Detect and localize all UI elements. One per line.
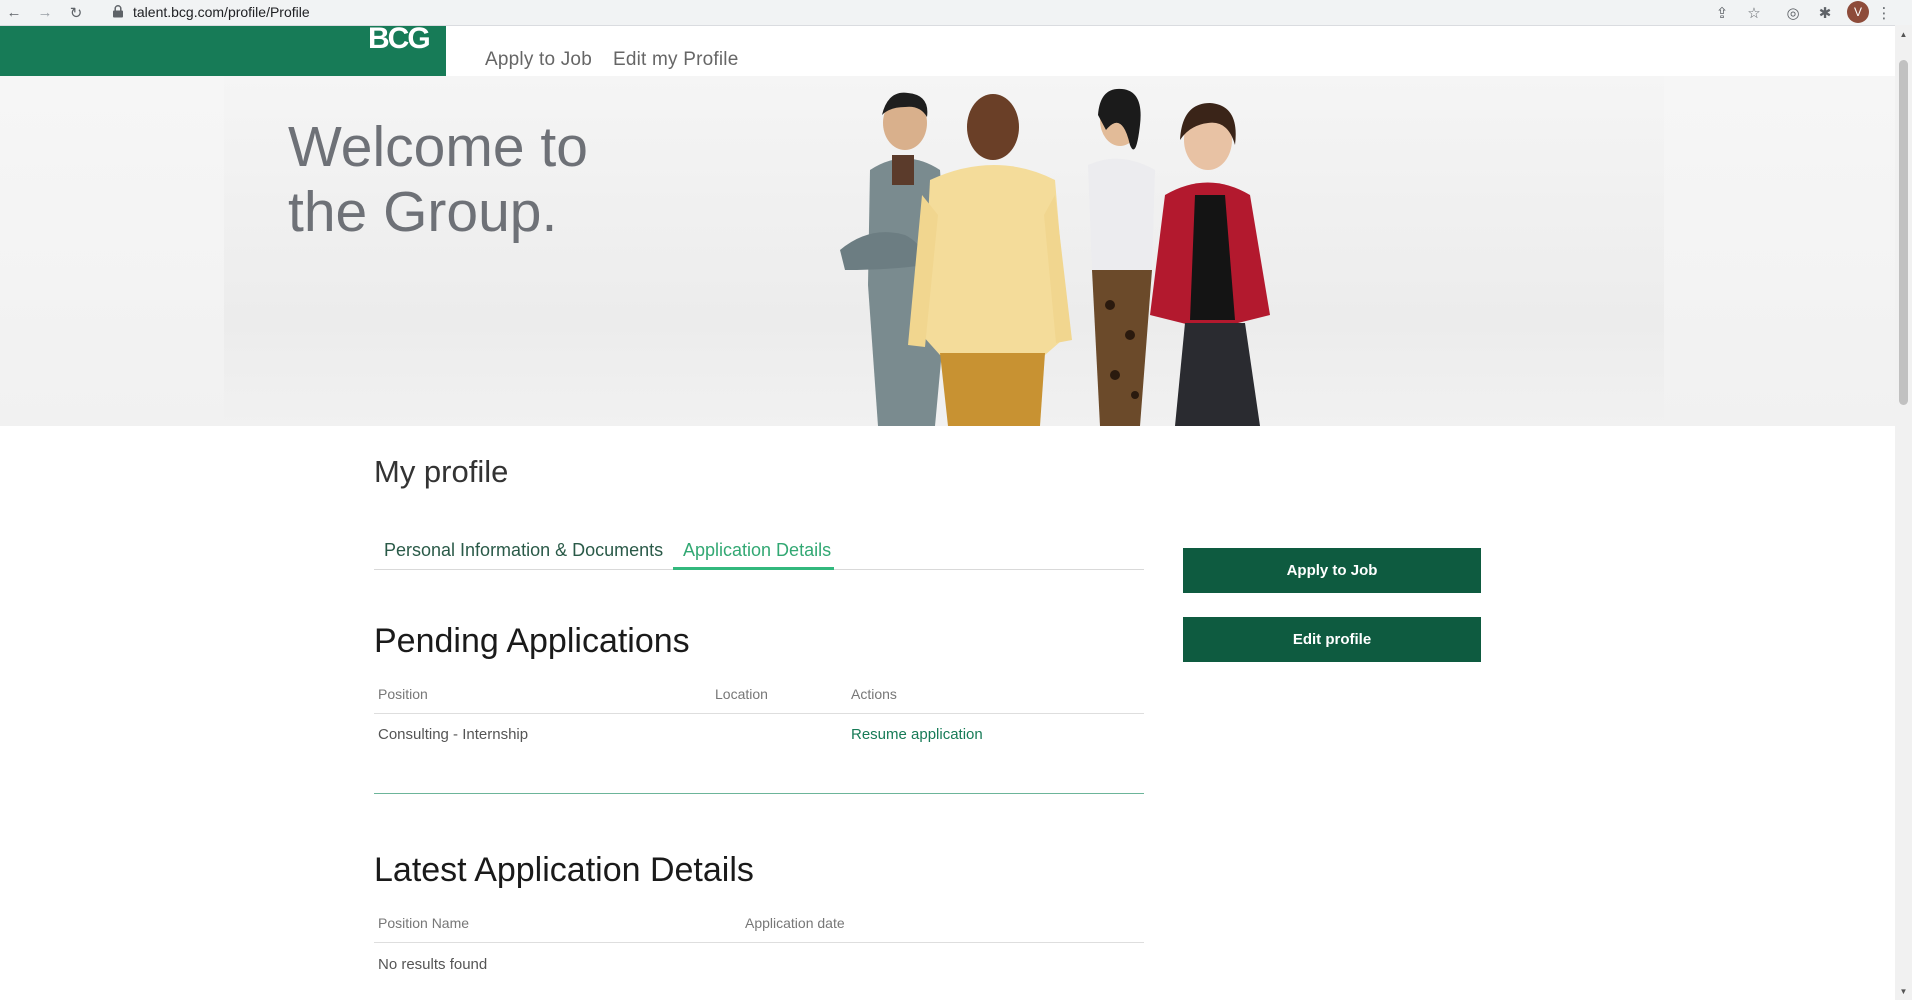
apply-to-job-button[interactable]: Apply to Job	[1183, 548, 1481, 593]
bookmark-star-icon[interactable]: ☆	[1741, 0, 1767, 25]
pending-applications-title: Pending Applications	[374, 622, 690, 660]
section-divider	[374, 793, 1144, 794]
address-bar[interactable]: talent.bcg.com/profile/Profile	[133, 3, 310, 21]
tab-application-details[interactable]: Application Details	[683, 540, 831, 561]
hero-people-image	[840, 88, 1270, 426]
person-white-tee	[1088, 88, 1155, 426]
column-header-position: Position	[378, 686, 428, 702]
column-header-position-name: Position Name	[378, 915, 470, 931]
hero-title: Welcome to the Group.	[288, 115, 588, 244]
nav-apply-to-job[interactable]: Apply to Job	[485, 49, 592, 71]
latest-application-title: Latest Application Details	[374, 851, 754, 889]
reload-icon[interactable]: ↻	[64, 0, 88, 25]
page-title: My profile	[374, 454, 509, 489]
tab-personal-information[interactable]: Personal Information & Documents	[384, 540, 663, 561]
column-header-location: Location	[715, 686, 768, 702]
empty-state-text: No results found	[378, 956, 488, 973]
table-row-position: Consulting - Internship	[378, 726, 529, 743]
resume-application-link[interactable]: Resume application	[851, 726, 983, 743]
extension-circle-icon[interactable]: ◎	[1780, 0, 1806, 25]
scrollbar-thumb[interactable]	[1899, 60, 1908, 405]
bcg-logo[interactable]: BCG	[368, 22, 431, 56]
menu-kebab-icon[interactable]: ⋮	[1874, 0, 1894, 25]
table-header-divider	[374, 713, 1144, 714]
back-arrow-icon[interactable]: ←	[2, 0, 26, 25]
active-tab-indicator	[673, 567, 834, 570]
column-header-application-date: Application date	[745, 915, 845, 931]
lock-icon	[113, 5, 123, 18]
table-header-divider-latest	[374, 942, 1144, 943]
avatar[interactable]: V	[1847, 1, 1869, 23]
scroll-down-icon[interactable]: ▼	[1895, 984, 1912, 998]
edit-profile-button[interactable]: Edit profile	[1183, 617, 1481, 662]
forward-arrow-icon[interactable]: →	[33, 0, 57, 25]
scroll-up-icon[interactable]: ▲	[1895, 27, 1912, 41]
column-header-actions: Actions	[851, 686, 897, 702]
person-red-jacket	[1150, 103, 1270, 426]
nav-edit-my-profile[interactable]: Edit my Profile	[613, 49, 738, 71]
extensions-puzzle-icon[interactable]: ✱	[1812, 0, 1838, 25]
share-icon[interactable]: ⇪	[1709, 0, 1735, 25]
